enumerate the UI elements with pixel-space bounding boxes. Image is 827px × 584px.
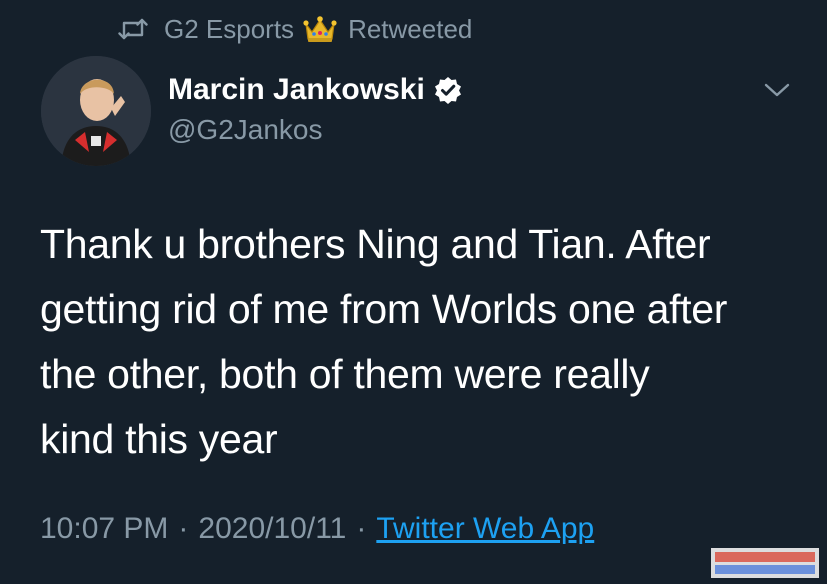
avatar[interactable]: [41, 56, 151, 166]
tweet-line: getting rid of me from Worlds one after: [40, 286, 728, 332]
meta-separator: ·: [356, 512, 367, 545]
author-display-name[interactable]: Marcin Jankowski: [168, 73, 425, 107]
tweet-date[interactable]: 2020/10/11: [198, 512, 346, 546]
verified-badge-icon: [433, 75, 463, 105]
retweet-icon: [118, 16, 148, 42]
more-options-chevron-down-icon[interactable]: [762, 78, 792, 102]
tweet-line: Thank u brothers Ning and Tian. After: [40, 221, 711, 267]
tweet-line: the other, both of them were really: [40, 351, 650, 397]
retweeted-label: Retweeted: [348, 13, 473, 44]
watermark-logo: [711, 548, 819, 578]
retweeter-name[interactable]: G2 Esports: [164, 14, 294, 45]
author-block: Marcin Jankowski @G2Jankos: [168, 70, 463, 146]
tweet-time[interactable]: 10:07 PM: [40, 512, 168, 546]
tweet-metadata: 10:07 PM · 2020/10/11 · Twitter Web App: [40, 512, 594, 546]
retweet-context: G2 Esports Retweeted: [118, 12, 472, 46]
tweet-line: kind this year: [40, 416, 278, 462]
author-handle[interactable]: @G2Jankos: [168, 114, 463, 146]
tweet-text: Thank u brothers Ning and Tian. After ge…: [40, 212, 810, 472]
tweet-source-link[interactable]: Twitter Web App: [376, 512, 594, 546]
meta-separator: ·: [178, 512, 189, 545]
crown-icon: [302, 14, 338, 44]
